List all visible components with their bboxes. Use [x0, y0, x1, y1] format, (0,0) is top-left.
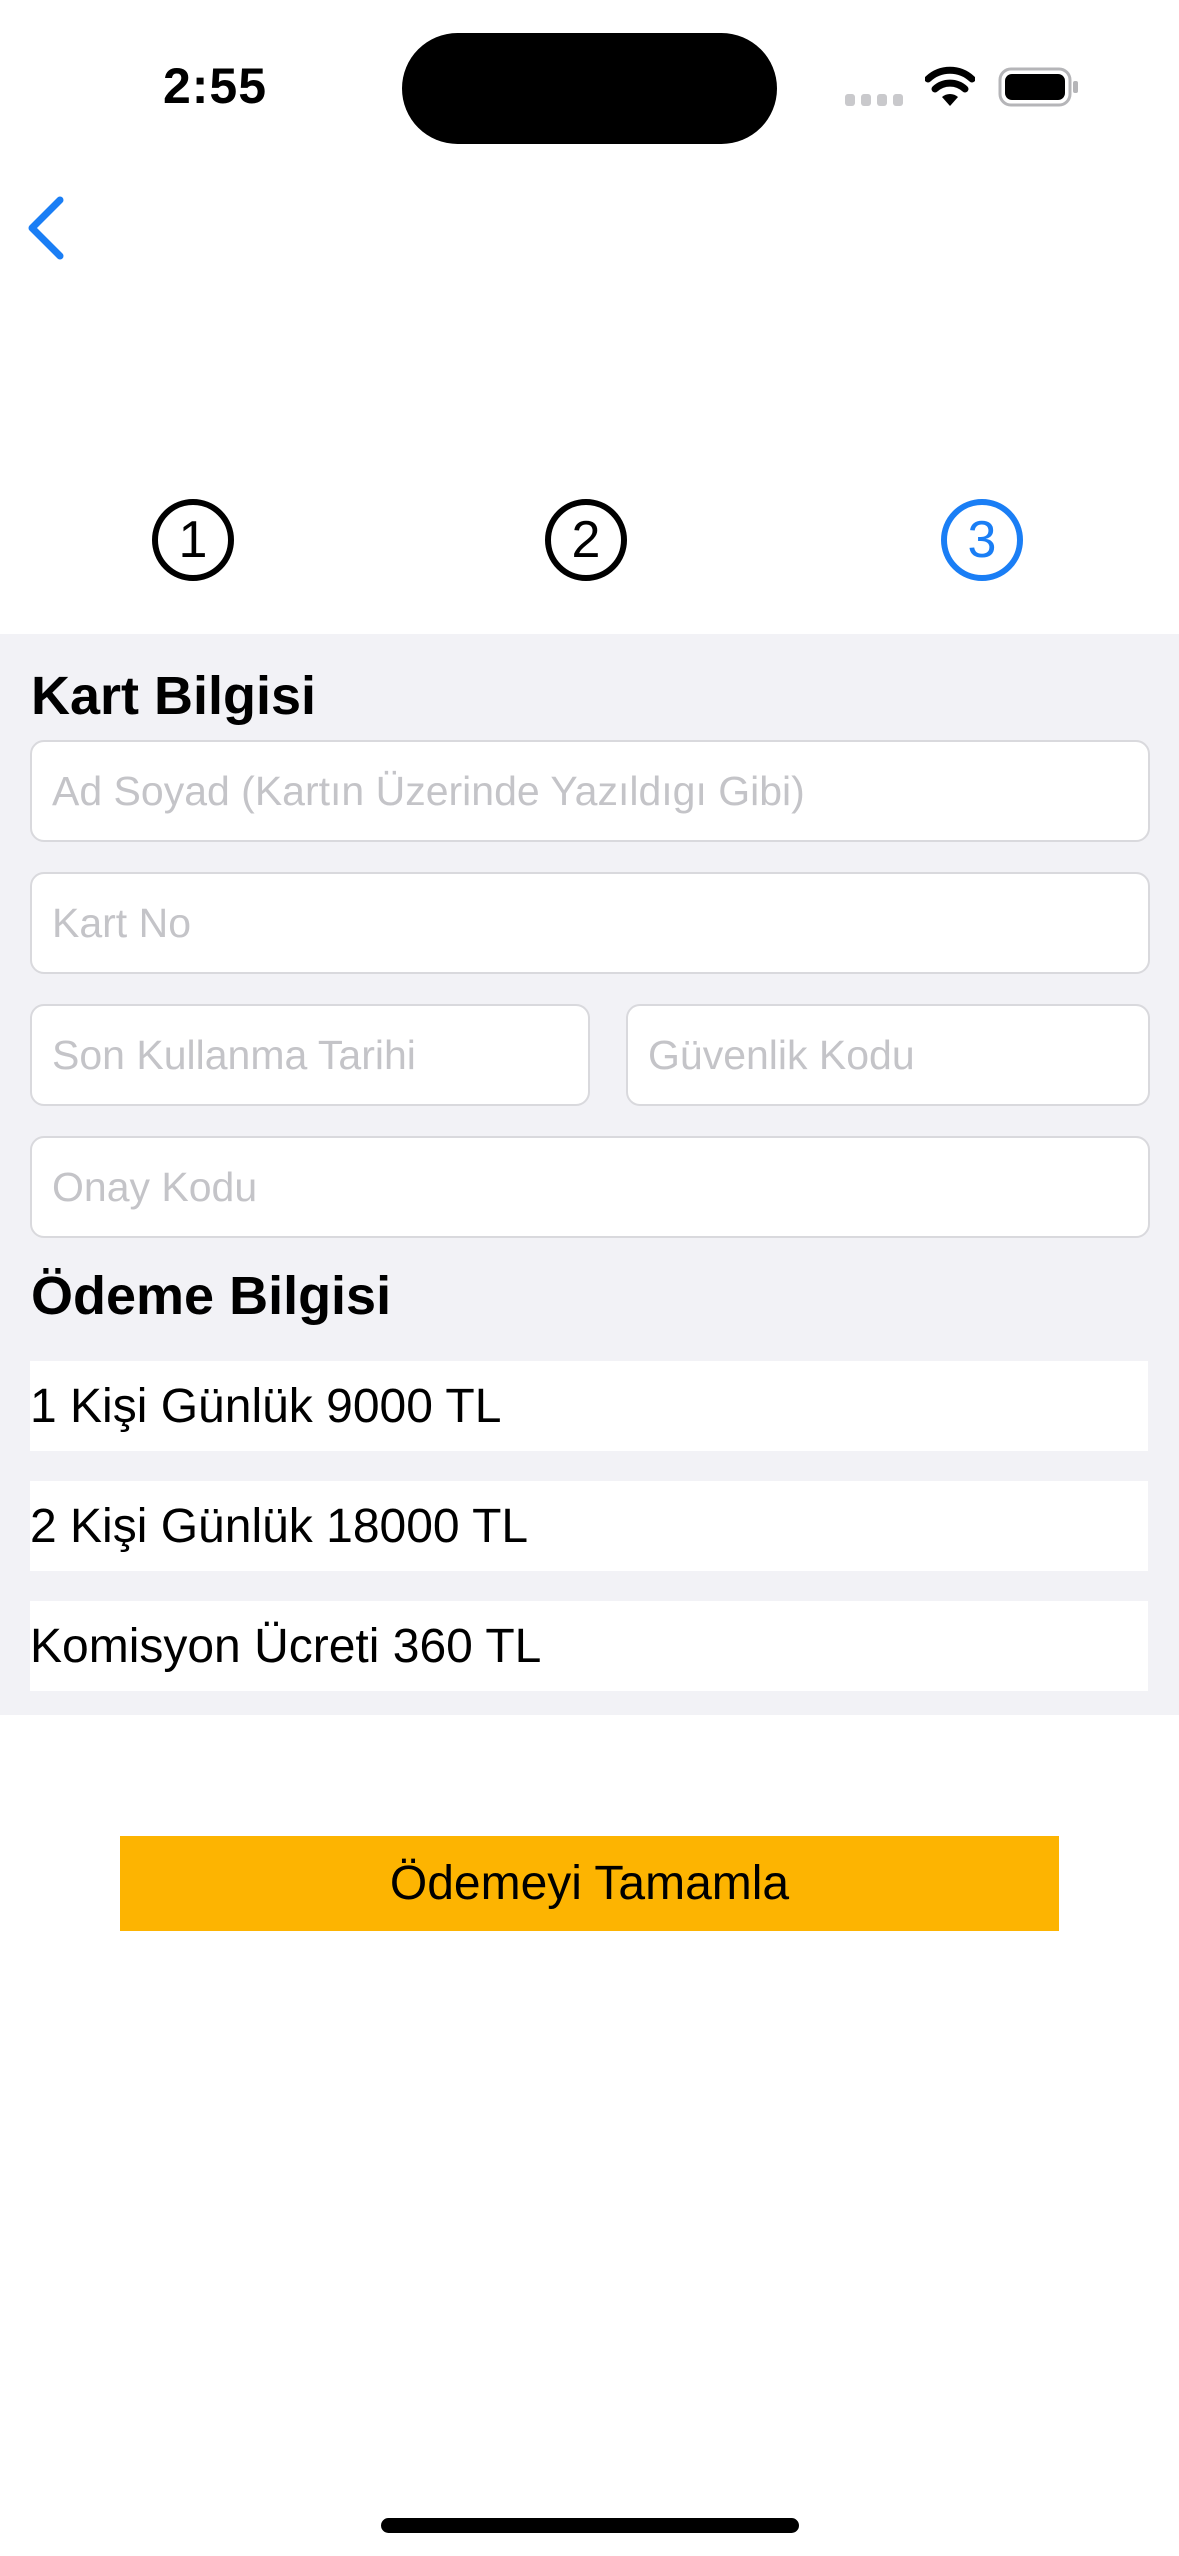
cellular-signal-icon — [845, 94, 903, 106]
security-code-input[interactable]: Güvenlik Kodu — [626, 1004, 1150, 1106]
step-2-label: 2 — [571, 511, 601, 569]
wifi-icon — [925, 66, 975, 106]
payment-section-title: Ödeme Bilgisi — [31, 1266, 392, 1326]
card-section-title: Kart Bilgisi — [31, 666, 317, 726]
cardholder-name-input[interactable]: Ad Soyad (Kartın Üzerinde Yazıldıgı Gibi… — [30, 740, 1150, 842]
step-1-label: 1 — [178, 511, 208, 569]
card-number-input[interactable]: Kart No — [30, 872, 1150, 974]
step-2-indicator[interactable]: 2 — [545, 499, 627, 581]
dynamic-island — [402, 33, 777, 144]
status-time: 2:55 — [162, 58, 268, 114]
confirmation-code-input[interactable]: Onay Kodu — [30, 1136, 1150, 1238]
home-indicator[interactable] — [381, 2518, 799, 2533]
complete-payment-label: Ödemeyi Tamamla — [389, 1857, 790, 1910]
complete-payment-button[interactable]: Ödemeyi Tamamla — [120, 1836, 1059, 1931]
payment-row-double: 2 Kişi Günlük 18000 TL — [30, 1481, 1148, 1571]
back-chevron-icon[interactable] — [20, 192, 72, 264]
step-3-label: 3 — [967, 511, 997, 569]
battery-icon — [998, 67, 1078, 107]
payment-row-commission: Komisyon Ücreti 360 TL — [30, 1601, 1148, 1691]
expiry-date-input[interactable]: Son Kullanma Tarihi — [30, 1004, 590, 1106]
step-3-indicator[interactable]: 3 — [941, 499, 1023, 581]
payment-row-single: 1 Kişi Günlük 9000 TL — [30, 1361, 1148, 1451]
step-1-indicator[interactable]: 1 — [152, 499, 234, 581]
